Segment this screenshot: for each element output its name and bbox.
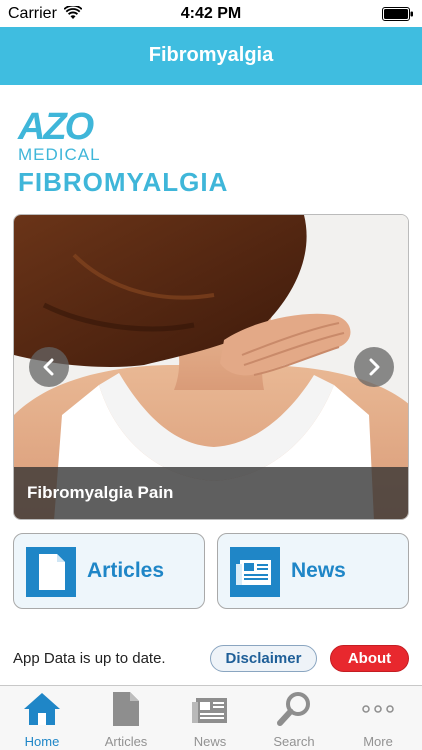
- hero-carousel[interactable]: Fibromyalgia Pain: [13, 214, 409, 520]
- about-button[interactable]: About: [330, 645, 409, 672]
- tab-home[interactable]: Home: [0, 686, 84, 750]
- carousel-next-button[interactable]: [354, 347, 394, 387]
- status-bar: Carrier 4:42 PM: [0, 0, 422, 27]
- newspaper-icon: [192, 698, 227, 723]
- tab-news-label: News: [193, 734, 227, 749]
- navigation-bar: Fibromyalgia: [0, 27, 422, 85]
- tab-search-label: Search: [273, 734, 315, 749]
- azo-medical-logo: AZO MEDICAL FIBROMYALGIA: [18, 108, 258, 198]
- more-icon: [362, 705, 394, 713]
- tab-home-label: Home: [24, 734, 60, 749]
- disclaimer-button[interactable]: Disclaimer: [210, 645, 317, 672]
- carousel-caption: Fibromyalgia Pain: [27, 483, 174, 502]
- search-icon: [277, 692, 310, 726]
- tab-search[interactable]: Search: [252, 686, 336, 750]
- logo-sub-brand: MEDICAL: [18, 145, 101, 164]
- app-data-status: App Data is up to date.: [13, 650, 166, 667]
- tab-articles-label: Articles: [104, 734, 148, 749]
- page-title: Fibromyalgia: [148, 44, 274, 66]
- battery-icon: [382, 7, 413, 21]
- news-button-label: News: [291, 559, 346, 582]
- carousel-caption-bar: Fibromyalgia Pain: [14, 467, 408, 519]
- home-icon: [24, 693, 60, 725]
- chevron-right-icon: [369, 358, 380, 376]
- document-icon: [113, 692, 139, 726]
- clock: 4:42 PM: [180, 5, 242, 22]
- tab-articles[interactable]: Articles: [84, 686, 168, 750]
- articles-button-label: Articles: [87, 559, 165, 582]
- newspaper-icon: [230, 547, 280, 597]
- tab-bar: Home Articles News Search More: [0, 685, 422, 750]
- tab-news[interactable]: News: [168, 686, 252, 750]
- tab-more[interactable]: More: [336, 686, 420, 750]
- document-icon: [26, 547, 76, 597]
- logo-topic: FIBROMYALGIA: [18, 167, 229, 197]
- logo-brand: AZO: [18, 106, 94, 148]
- tab-more-label: More: [363, 734, 393, 749]
- carousel-prev-button[interactable]: [29, 347, 69, 387]
- news-button[interactable]: News: [217, 533, 409, 609]
- chevron-left-icon: [43, 358, 54, 376]
- articles-button[interactable]: Articles: [13, 533, 205, 609]
